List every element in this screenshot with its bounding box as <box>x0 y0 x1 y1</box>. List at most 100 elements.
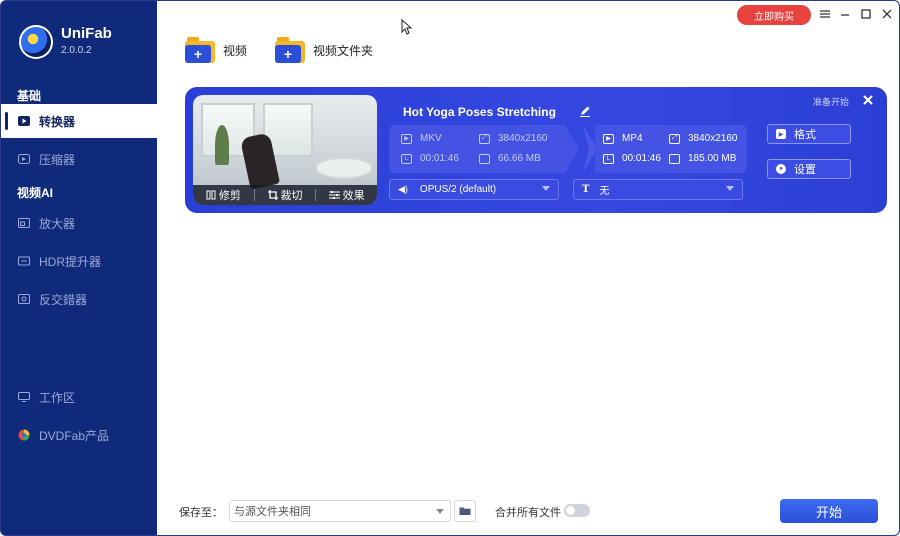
menu-icon[interactable] <box>818 7 832 21</box>
add-folder-button[interactable]: + 视频文件夹 <box>275 34 373 66</box>
sidebar-item-compressor[interactable]: 压缩器 <box>1 144 157 174</box>
sidebar-item-workspace[interactable]: 工作区 <box>1 382 157 412</box>
source-resolution: ⤢ 3840x2160 <box>479 133 548 144</box>
save-location-value: 与源文件夹相同 <box>234 506 311 518</box>
source-format: ▶ MKV <box>401 133 442 144</box>
close-icon[interactable] <box>880 7 894 21</box>
merge-all-toggle[interactable] <box>564 504 590 517</box>
play-icon <box>17 115 31 127</box>
sidebar-item-label: 压缩器 <box>39 152 76 167</box>
trim-button[interactable]: 修剪 <box>193 187 254 203</box>
effects-button[interactable]: 效果 <box>316 187 377 203</box>
sidebar-item-hdr[interactable]: HDR提升器 <box>1 246 157 276</box>
add-folder-label: 视频文件夹 <box>313 43 374 58</box>
upscale-icon <box>17 217 31 229</box>
sidebar-item-label: 转换器 <box>39 114 76 129</box>
source-size-value: 66.66 MB <box>498 153 541 164</box>
toggle-knob <box>566 506 575 515</box>
compress-icon <box>17 153 31 165</box>
clock-icon: L <box>603 153 614 164</box>
output-size-value: 185.00 MB <box>688 153 737 164</box>
crop-label: 裁切 <box>280 190 303 202</box>
hdr-icon <box>17 255 31 267</box>
sidebar-item-dvdfab[interactable]: DVDFab产品 <box>1 420 157 450</box>
buy-now-button[interactable]: 立即购买 <box>737 5 811 25</box>
task-card[interactable]: ~ 修剪 裁切 效果 Hot Yoga Poses Stretching 准备开… <box>185 87 887 213</box>
add-folder-icon: + <box>275 37 305 63</box>
video-thumbnail[interactable]: ~ 修剪 裁切 效果 <box>193 95 377 205</box>
resolution-icon: ⤢ <box>479 133 490 144</box>
subtitle-value: 无 <box>599 186 610 197</box>
sidebar-item-deinterlacer[interactable]: 反交錯器 <box>1 284 157 314</box>
app-version: 2.0.0.2 <box>61 45 92 56</box>
crop-icon <box>267 190 278 200</box>
output-size: 185.00 MB <box>669 153 736 164</box>
output-format-value: MP4 <box>622 133 643 144</box>
audio-track-select[interactable]: ◀) OPUS/2 (default) <box>389 179 559 200</box>
task-status: 准备开始 <box>813 97 850 107</box>
chevron-down-icon <box>726 186 734 191</box>
chevron-down-icon <box>436 509 444 514</box>
gear-icon: ● <box>776 164 786 174</box>
trim-label: 修剪 <box>218 190 241 202</box>
resolution-icon: ⤢ <box>669 133 680 144</box>
browse-folder-button[interactable] <box>454 500 476 522</box>
output-resolution: ⤢ 3840x2160 <box>669 133 738 144</box>
sidebar-item-label: 放大器 <box>39 216 76 231</box>
effects-icon <box>328 191 340 199</box>
folder-size-icon <box>479 153 490 164</box>
brand-name: UniFab <box>61 25 112 42</box>
sidebar-item-label: DVDFab产品 <box>39 428 110 443</box>
monitor-icon <box>17 391 31 403</box>
source-resolution-value: 3840x2160 <box>498 133 548 144</box>
settings-button[interactable]: ● 设置 <box>767 159 851 179</box>
sidebar-item-label: HDR提升器 <box>39 254 101 269</box>
audio-track-value: OPUS/2 (default) <box>419 184 497 195</box>
source-format-value: MKV <box>420 133 442 144</box>
app-window: UniFab 2.0.0.2 基础 转换器 压缩器 视频AI 放大器 HDR提升… <box>0 0 900 536</box>
sidebar-item-label: 工作区 <box>39 390 76 405</box>
edit-title-icon[interactable] <box>579 105 591 120</box>
output-duration: L 00:01:46 <box>603 153 661 164</box>
folder-icon <box>459 507 471 515</box>
sidebar-item-label: 反交錯器 <box>39 292 88 307</box>
maximize-icon[interactable] <box>859 7 873 21</box>
chevron-down-icon <box>542 186 550 191</box>
source-size: 66.66 MB <box>479 153 541 164</box>
save-to-label: 保存至： <box>179 507 223 519</box>
settings-button-label: 设置 <box>794 164 816 176</box>
section-title-video-ai: 视频AI <box>17 186 54 200</box>
active-indicator <box>5 112 8 130</box>
output-duration-value: 00:01:46 <box>622 153 661 164</box>
unifab-logo-icon <box>19 25 53 59</box>
sidebar-item-converter[interactable]: 转换器 <box>1 106 157 136</box>
subtitle-select[interactable]: T 无 <box>573 179 743 200</box>
add-video-label: 视频 <box>223 43 248 58</box>
source-info-arrow <box>565 125 579 173</box>
format-button[interactable]: ▶ 格式 <box>767 124 851 144</box>
video-title: Hot Yoga Poses Stretching <box>403 105 556 119</box>
add-video-button[interactable]: + 视频 <box>185 34 247 66</box>
remove-task-icon[interactable] <box>863 92 873 108</box>
add-video-icon: + <box>185 37 215 63</box>
speaker-icon: ◀) <box>398 184 408 194</box>
thumbnail-action-bar: 修剪 裁切 效果 <box>193 185 377 205</box>
clock-icon: L <box>401 153 412 164</box>
source-duration-value: 00:01:46 <box>420 153 459 164</box>
sidebar-item-upscaler[interactable]: 放大器 <box>1 208 157 238</box>
start-button[interactable]: 开始 <box>780 499 878 523</box>
video-format-icon: ▶ <box>401 133 412 144</box>
save-location-select[interactable]: 与源文件夹相同 <box>229 500 451 522</box>
subtitle-icon: T <box>582 184 590 195</box>
folder-size-icon <box>669 153 680 164</box>
deinterlace-icon <box>17 293 31 305</box>
crop-button[interactable]: 裁切 <box>255 187 316 203</box>
output-resolution-value: 3840x2160 <box>688 133 738 144</box>
mouse-cursor-icon <box>401 18 413 40</box>
source-duration: L 00:01:46 <box>401 153 459 164</box>
minimize-icon[interactable] <box>838 7 852 21</box>
format-button-label: 格式 <box>794 129 816 141</box>
conversion-arrow-cut <box>583 125 589 173</box>
section-title-basic: 基础 <box>17 89 42 103</box>
play-icon: ▶ <box>776 129 786 139</box>
